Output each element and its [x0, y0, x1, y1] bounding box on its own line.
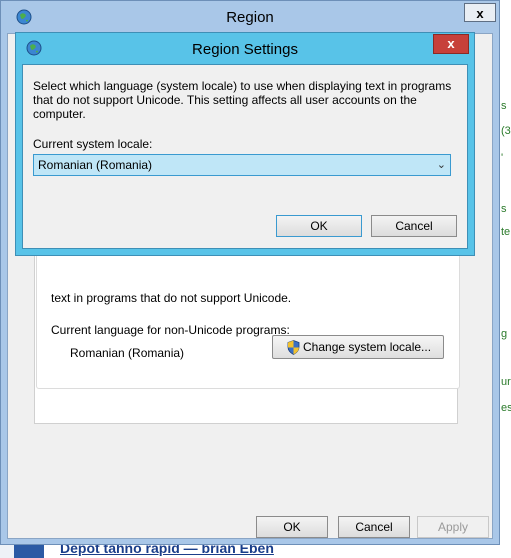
uac-shield-icon — [287, 339, 300, 355]
region-titlebar[interactable]: Region x — [1, 1, 499, 33]
region-apply-button[interactable]: Apply — [417, 516, 489, 538]
background-char: (3 — [501, 125, 511, 137]
background-char: es — [501, 402, 511, 414]
groupbox-description: text in programs that do not support Uni… — [51, 291, 292, 305]
current-language-label: Current language for non-Unicode program… — [51, 323, 290, 337]
system-locale-select[interactable]: Romanian (Romania) ⌄ — [33, 154, 451, 176]
locale-description: Select which language (system locale) to… — [33, 79, 452, 121]
settings-close-button[interactable]: x — [433, 34, 469, 54]
region-close-button[interactable]: x — [464, 3, 496, 22]
background-char: s — [501, 203, 507, 215]
region-settings-dialog: Region Settings x Select which language … — [15, 32, 475, 256]
settings-client-area: Select which language (system locale) to… — [22, 64, 468, 249]
change-system-locale-button[interactable]: Change system locale... — [272, 335, 444, 359]
settings-cancel-button[interactable]: Cancel — [371, 215, 457, 237]
system-locale-label: Current system locale: — [33, 137, 153, 151]
background-char: g — [501, 328, 508, 340]
system-locale-value: Romanian (Romania) — [38, 158, 153, 172]
settings-ok-button[interactable]: OK — [276, 215, 362, 237]
settings-dialog-title: Region Settings — [192, 41, 298, 58]
region-window-title: Region — [226, 9, 274, 26]
region-ok-button[interactable]: OK — [256, 516, 328, 538]
current-language-value: Romanian (Romania) — [70, 346, 185, 360]
region-cancel-button[interactable]: Cancel — [338, 516, 410, 538]
background-char: ' — [501, 152, 504, 164]
background-char: ur — [501, 376, 511, 388]
chevron-down-icon[interactable]: ⌄ — [437, 155, 446, 175]
background-right-strip: s (3 ' s te g ur es — [500, 0, 511, 558]
background-char: te — [501, 226, 511, 238]
background-char: s — [501, 100, 507, 112]
change-system-locale-label: Change system locale... — [303, 340, 432, 354]
